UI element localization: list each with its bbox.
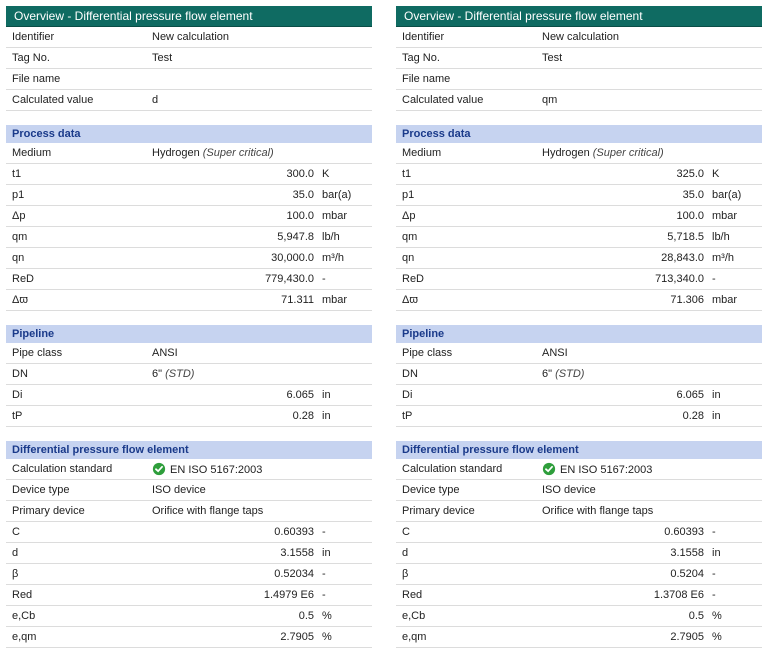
pipe-class-value: ANSI [152,347,314,359]
std-value: EN ISO 5167:2003 [542,462,704,476]
section-process-data: Process data [6,125,372,143]
c-value: 0.60393 [542,526,704,538]
dp-value: 100.0 [542,210,704,222]
overview-block: Identifier New calculation Tag No. Test … [6,27,372,111]
std-value: EN ISO 5167:2003 [152,462,314,476]
dn-value: 6" (STD) [542,368,704,380]
calc-panel-left: Overview - Differential pressure flow el… [6,6,372,648]
medium-value: Hydrogen (Super critical) [152,147,314,159]
tp-value: 0.28 [542,410,704,422]
eqm-value: 2.7905 [542,631,704,643]
t1-value: 325.0 [542,168,704,180]
di-value: 6.065 [152,389,314,401]
red2-value: 1.3708 E6 [542,589,704,601]
tag-value: Test [542,52,704,64]
ecb-value: 0.5 [152,610,314,622]
section-process-data: Process data [396,125,762,143]
panel-header: Overview - Differential pressure flow el… [6,6,372,27]
check-ok-icon [542,462,556,476]
qm-value: 5,947.8 [152,231,314,243]
calcval-label: Calculated value [12,94,152,106]
qm-value: 5,718.5 [542,231,704,243]
d-value: 3.1558 [152,547,314,559]
dn-value: 6" (STD) [152,368,314,380]
beta-value: 0.5204 [542,568,704,580]
medium-value: Hydrogen (Super critical) [542,147,704,159]
panel-header: Overview - Differential pressure flow el… [396,6,762,27]
check-ok-icon [152,462,166,476]
red2-value: 1.4979 E6 [152,589,314,601]
eqm-value: 2.7905 [152,631,314,643]
qn-value: 28,843.0 [542,252,704,264]
prim-value: Orifice with flange taps [152,505,314,517]
identifier-value: New calculation [542,31,704,43]
identifier-label: Identifier [12,31,152,43]
dw-value: 71.311 [152,294,314,306]
pipe-class-value: ANSI [542,347,704,359]
di-value: 6.065 [542,389,704,401]
filename-label: File name [12,73,152,85]
section-flow-element: Differential pressure flow element [396,441,762,459]
c-value: 0.60393 [152,526,314,538]
p1-value: 35.0 [152,189,314,201]
calcval-value: d [152,94,314,106]
d-value: 3.1558 [542,547,704,559]
medium-label: Medium [12,147,152,159]
section-flow-element: Differential pressure flow element [6,441,372,459]
ecb-value: 0.5 [542,610,704,622]
beta-value: 0.52034 [152,568,314,580]
tag-value: Test [152,52,314,64]
red-value: 779,430.0 [152,273,314,285]
dw-value: 71.306 [542,294,704,306]
calcval-value: qm [542,94,704,106]
section-pipeline: Pipeline [6,325,372,343]
prim-value: Orifice with flange taps [542,505,704,517]
devtype-value: ISO device [152,484,314,496]
p1-value: 35.0 [542,189,704,201]
red-value: 713,340.0 [542,273,704,285]
devtype-value: ISO device [542,484,704,496]
identifier-value: New calculation [152,31,314,43]
tag-label: Tag No. [12,52,152,64]
section-pipeline: Pipeline [396,325,762,343]
tp-value: 0.28 [152,410,314,422]
calc-panel-right: Overview - Differential pressure flow el… [396,6,762,648]
qn-value: 30,000.0 [152,252,314,264]
dp-value: 100.0 [152,210,314,222]
overview-block: IdentifierNew calculation Tag No.Test Fi… [396,27,762,111]
t1-value: 300.0 [152,168,314,180]
